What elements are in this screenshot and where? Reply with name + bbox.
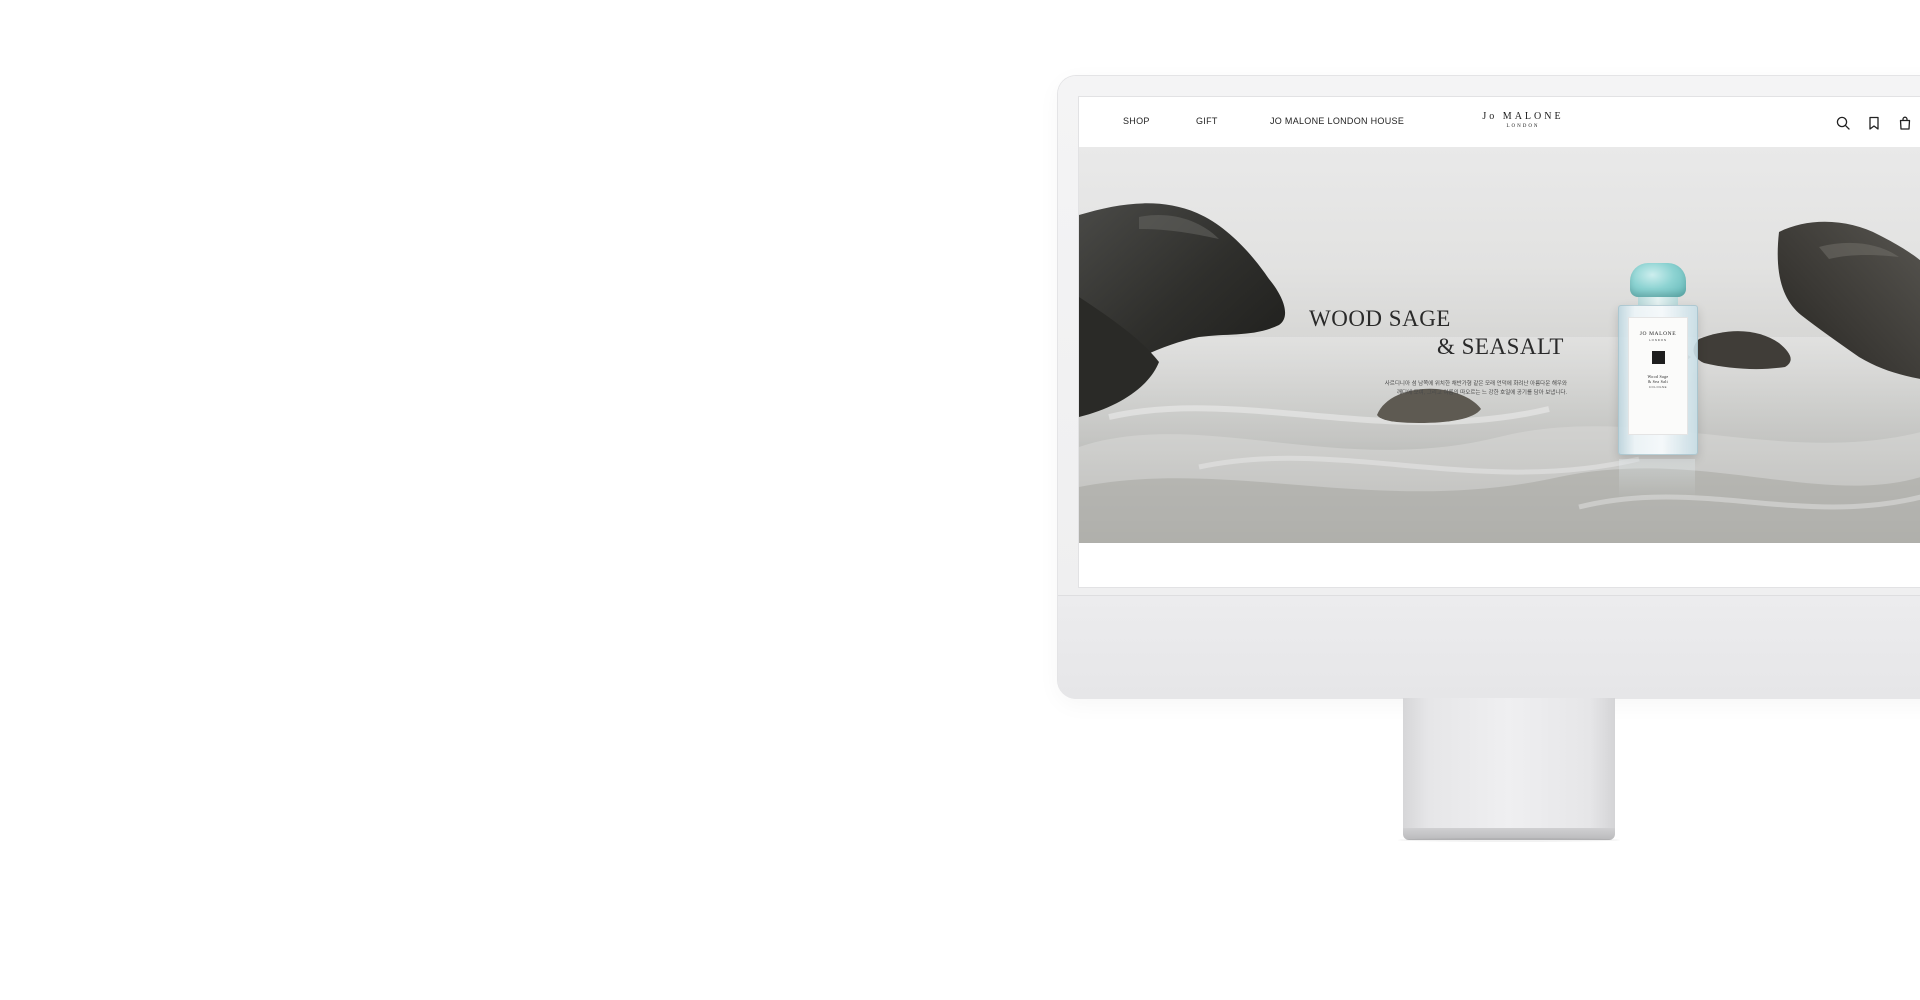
nav-gift[interactable]: GIFT xyxy=(1196,116,1218,126)
shopping-bag-icon[interactable] xyxy=(1897,115,1913,131)
hero-title: WOOD SAGE & SEASALT xyxy=(1309,305,1569,361)
bookmark-icon[interactable] xyxy=(1866,115,1882,131)
nav-shop[interactable]: SHOP xyxy=(1123,116,1150,126)
hero-description-line2: 깨디에 모여, 그리고 여름의 따오르는 느 강한 호일에 공기를 담아 보냅니… xyxy=(1396,390,1567,396)
hero-title-line2: & SEASALT xyxy=(1437,334,1564,359)
search-icon[interactable] xyxy=(1835,115,1851,131)
hero-banner[interactable]: WOOD SAGE & SEASALT 사르디니아 섬 남쪽에 위치한 채반가형… xyxy=(1079,147,1920,543)
product-bottle[interactable]: JO MALONE LONDON Wood Sage & Sea Salt CO… xyxy=(1618,263,1698,455)
imac-chin xyxy=(1058,595,1920,699)
brand-logo[interactable]: Jo MALONE LONDON xyxy=(1468,111,1578,129)
logo-sub: LONDON xyxy=(1506,124,1540,129)
emblem-icon xyxy=(1651,351,1665,364)
page-below-fold xyxy=(1079,543,1920,587)
screen: SHOP GIFT JO MALONE LONDON HOUSE Jo MALO… xyxy=(1078,96,1920,588)
hero-description: 사르디니아 섬 남쪽에 위치한 채반가형 같은 모래 언덕에 화려난 아름다운 … xyxy=(1347,380,1567,398)
stage: SHOP GIFT JO MALONE LONDON HOUSE Jo MALO… xyxy=(0,0,1920,1000)
logo-wordmark: Jo MALONE xyxy=(1482,111,1564,122)
hero-description-line1: 사르디니아 섬 남쪽에 위치한 채반가형 같은 모래 언덕에 화려난 아름다운 … xyxy=(1384,381,1567,387)
imac-foot-shadow xyxy=(1398,838,1620,842)
bottle-cap xyxy=(1630,263,1686,297)
bottle-neck xyxy=(1638,297,1678,305)
bottle-label-name-line2: & Sea Salt xyxy=(1647,379,1669,384)
bottle-label-city: LONDON xyxy=(1649,338,1667,342)
imac-stand xyxy=(1403,698,1615,830)
bottle-label-brand: JO MALONE xyxy=(1639,331,1677,337)
hero-title-line1: WOOD SAGE xyxy=(1309,306,1451,331)
bottle-reflection xyxy=(1619,459,1695,499)
nav-london-house[interactable]: JO MALONE LONDON HOUSE xyxy=(1270,116,1404,126)
bottle-label: JO MALONE LONDON Wood Sage & Sea Salt CO… xyxy=(1628,317,1688,435)
site-header: SHOP GIFT JO MALONE LONDON HOUSE Jo MALO… xyxy=(1079,97,1920,148)
bottle-label-type: COLOGNE xyxy=(1648,385,1668,389)
